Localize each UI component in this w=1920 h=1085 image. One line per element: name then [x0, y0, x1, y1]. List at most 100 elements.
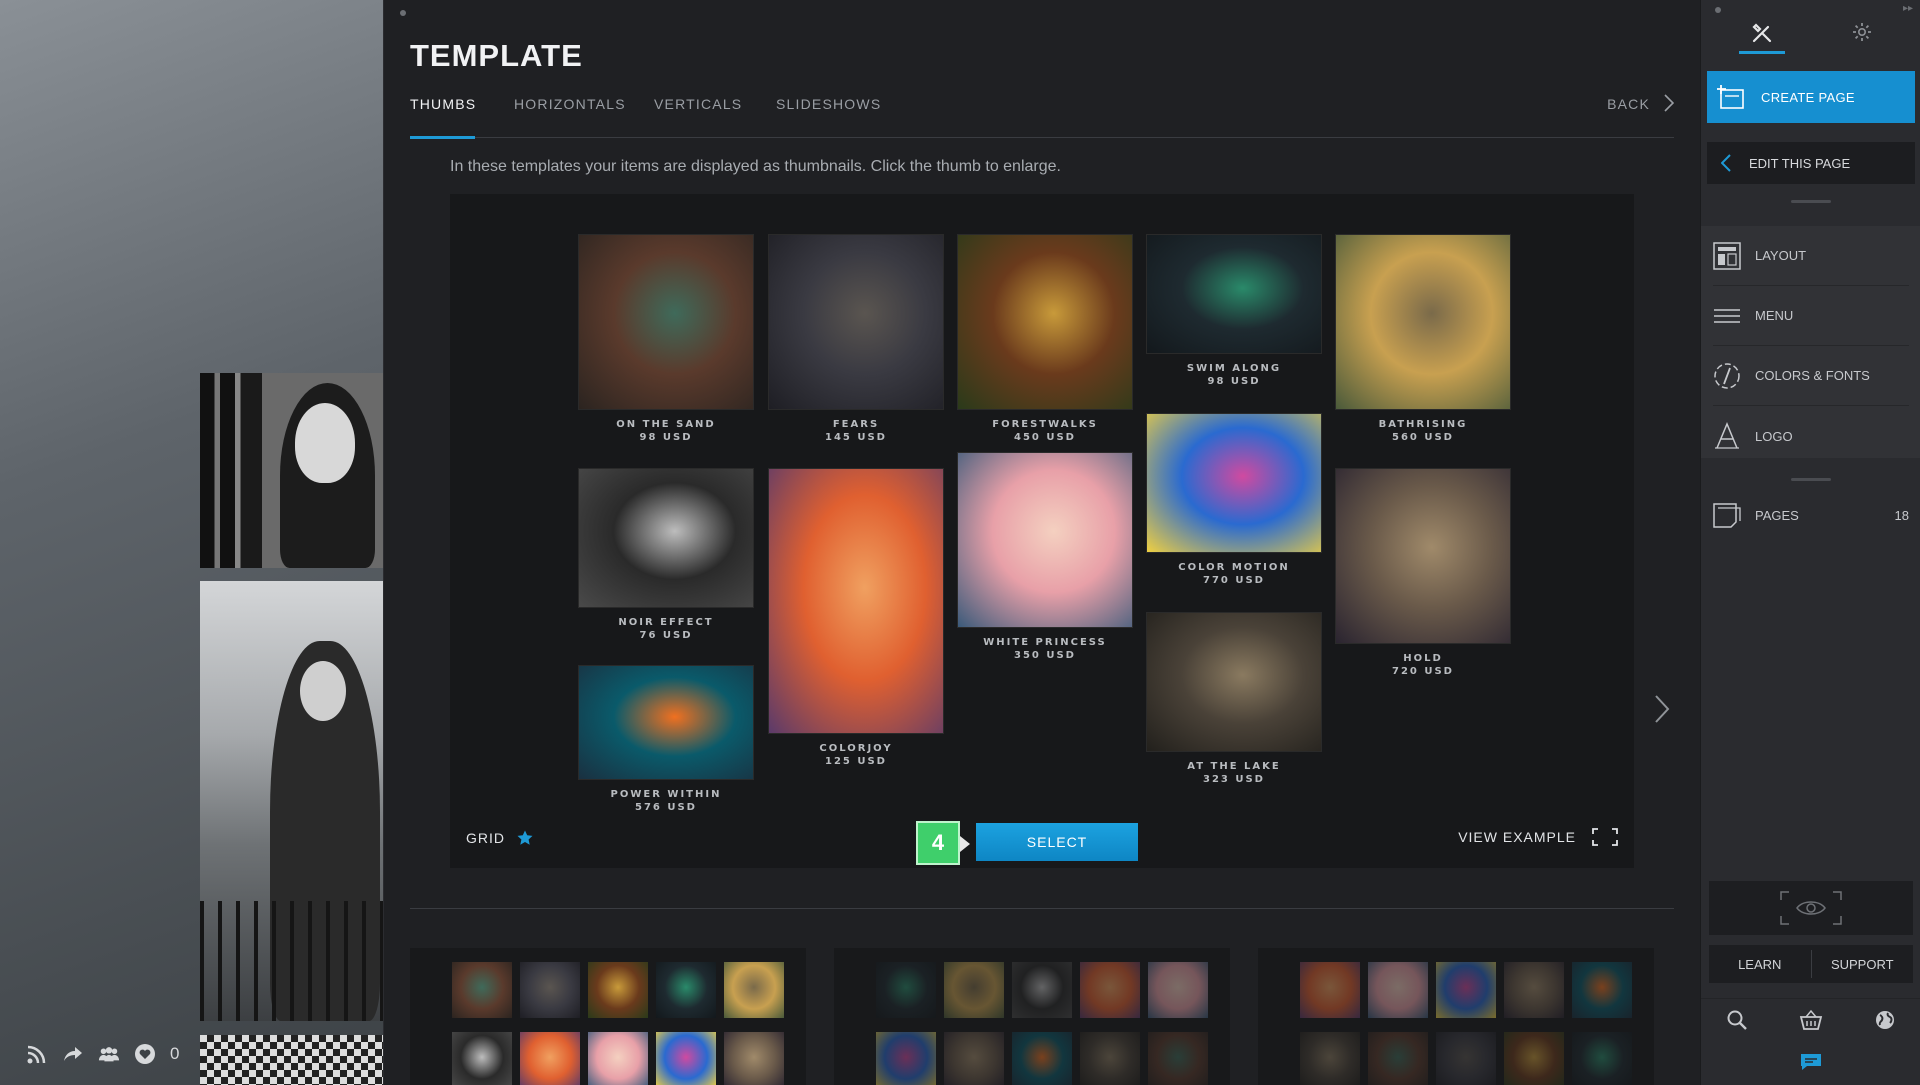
template-option-card[interactable] [410, 948, 806, 1085]
grid-name: GRID [466, 830, 505, 846]
settings-tab[interactable] [1839, 22, 1885, 54]
back-button[interactable]: BACK [1607, 94, 1674, 112]
share-icon[interactable] [62, 1043, 84, 1065]
tab-verticals[interactable]: VERTICALS [654, 96, 742, 138]
mini-thumb [1080, 1032, 1140, 1085]
section-divider [410, 908, 1674, 909]
community-icon[interactable] [98, 1043, 120, 1065]
step-badge: 4 [916, 821, 970, 865]
thumb-image[interactable] [957, 452, 1133, 628]
learn-button[interactable]: LEARN [1709, 945, 1811, 983]
next-template-arrow[interactable] [1654, 694, 1670, 724]
globe-icon[interactable] [1874, 1009, 1896, 1031]
layout-icon [1713, 241, 1741, 270]
template-option-card[interactable] [1258, 948, 1654, 1085]
drag-handle[interactable] [1791, 478, 1831, 481]
thumb-name: BATHRISING [1378, 419, 1468, 430]
thumb-name: POWER WITHIN [610, 789, 722, 800]
tab-thumbs[interactable]: THUMBS [410, 96, 475, 139]
view-example-label: VIEW EXAMPLE [1458, 829, 1576, 845]
sidebar-item-label: COLORS & FONTS [1755, 368, 1870, 383]
thumb-image[interactable] [1146, 413, 1322, 553]
template-tabs: THUMBS HORIZONTALS VERTICALS SLIDESHOWS … [410, 94, 1674, 139]
thumb-item[interactable]: AT THE LAKE 323 USD [1146, 612, 1322, 786]
social-bar: 0 [26, 1043, 179, 1065]
mini-thumb [1300, 1032, 1360, 1085]
chat-icon[interactable] [1799, 1052, 1823, 1072]
sidebar-item-label: MENU [1755, 308, 1794, 323]
view-example-button[interactable]: VIEW EXAMPLE [1458, 828, 1618, 846]
thumb-image[interactable] [768, 468, 944, 734]
thumb-caption: COLOR MOTION 770 USD [1146, 561, 1322, 587]
thumb-image[interactable] [957, 234, 1133, 410]
pages-count: 18 [1894, 507, 1909, 523]
tab-slideshows[interactable]: SLIDESHOWS [776, 96, 881, 138]
mini-thumb [520, 1032, 580, 1085]
rss-icon[interactable] [26, 1043, 48, 1065]
sidebar-item-logo[interactable]: LOGO [1713, 406, 1909, 466]
sidebar-item-label: LOGO [1755, 428, 1793, 444]
preview-button[interactable] [1709, 881, 1913, 935]
basket-icon[interactable] [1799, 1009, 1823, 1031]
thumb-caption: FORESTWALKS 450 USD [957, 418, 1133, 444]
thumb-price: 125 USD [825, 756, 887, 767]
thumb-image[interactable] [578, 468, 754, 608]
tab-horizontals[interactable]: HORIZONTALS [514, 96, 626, 138]
thumb-caption: SWIM ALONG 98 USD [1146, 362, 1322, 388]
gallery-photo[interactable] [200, 1035, 383, 1085]
tools-tab[interactable] [1739, 22, 1785, 54]
thumb-item[interactable]: WHITE PRINCESS 350 USD [957, 452, 1133, 662]
back-label: BACK [1607, 96, 1650, 112]
chevron-right-icon [1664, 94, 1674, 112]
thumb-name: FEARS [832, 419, 880, 430]
sidebar-item-colors-fonts[interactable]: COLORS & FONTS [1713, 346, 1909, 406]
thumb-item[interactable]: BATHRISING 560 USD [1335, 234, 1511, 444]
mini-thumb [876, 1032, 936, 1085]
collapse-icon[interactable]: ▸▸ [1903, 3, 1913, 14]
create-page-button[interactable]: CREATE PAGE [1707, 71, 1915, 123]
thumb-image[interactable] [578, 234, 754, 410]
select-button[interactable]: SELECT [976, 823, 1138, 861]
thumb-caption: HOLD 720 USD [1335, 652, 1511, 678]
mini-thumb [452, 962, 512, 1018]
mini-thumb [876, 962, 936, 1018]
heart-icon[interactable] [134, 1043, 156, 1065]
thumb-name: COLORJOY [819, 743, 893, 754]
sidebar-item-pages[interactable]: PAGES 18 [1713, 485, 1909, 545]
search-icon[interactable] [1726, 1009, 1748, 1031]
thumb-item[interactable]: SWIM ALONG 98 USD [1146, 234, 1322, 388]
thumb-image[interactable] [578, 665, 754, 780]
tools-icon [1751, 22, 1773, 51]
edit-page-button[interactable]: EDIT THIS PAGE [1707, 142, 1915, 184]
gallery-photo[interactable] [200, 373, 383, 568]
thumb-image[interactable] [768, 234, 944, 410]
sidebar-item-layout[interactable]: LAYOUT [1713, 226, 1909, 286]
thumb-name: FORESTWALKS [992, 419, 1098, 430]
sidebar-footer [1701, 998, 1920, 1040]
thumb-item[interactable]: FEARS 145 USD [768, 234, 944, 444]
mini-thumb [1572, 1032, 1632, 1085]
thumb-image[interactable] [1335, 234, 1511, 410]
thumb-item[interactable]: COLOR MOTION 770 USD [1146, 413, 1322, 587]
template-option-card[interactable] [834, 948, 1230, 1085]
sidebar-item-menu[interactable]: MENU [1713, 286, 1909, 346]
thumb-image[interactable] [1335, 468, 1511, 644]
thumb-image[interactable] [1146, 234, 1322, 354]
like-count: 0 [170, 1044, 180, 1063]
thumb-item[interactable]: HOLD 720 USD [1335, 468, 1511, 678]
drag-handle[interactable] [1791, 200, 1831, 203]
thumb-image[interactable] [1146, 612, 1322, 752]
thumb-caption: COLORJOY 125 USD [768, 742, 944, 768]
site-preview: 0 [0, 0, 383, 1085]
thumb-item[interactable]: POWER WITHIN 576 USD [578, 665, 754, 814]
thumb-item[interactable]: FORESTWALKS 450 USD [957, 234, 1133, 444]
support-button[interactable]: SUPPORT [1812, 945, 1914, 983]
thumb-item[interactable]: ON THE SAND 98 USD [578, 234, 754, 444]
mini-thumb [1504, 962, 1564, 1018]
thumb-item[interactable]: NOIR EFFECT 76 USD [578, 468, 754, 642]
gallery-photo[interactable] [200, 581, 383, 1021]
thumb-item[interactable]: COLORJOY 125 USD [768, 468, 944, 768]
design-menu: LAYOUT MENU COLORS & FONTS LOGO [1701, 226, 1920, 458]
star-icon[interactable] [517, 830, 533, 846]
pages-icon [1713, 501, 1741, 529]
